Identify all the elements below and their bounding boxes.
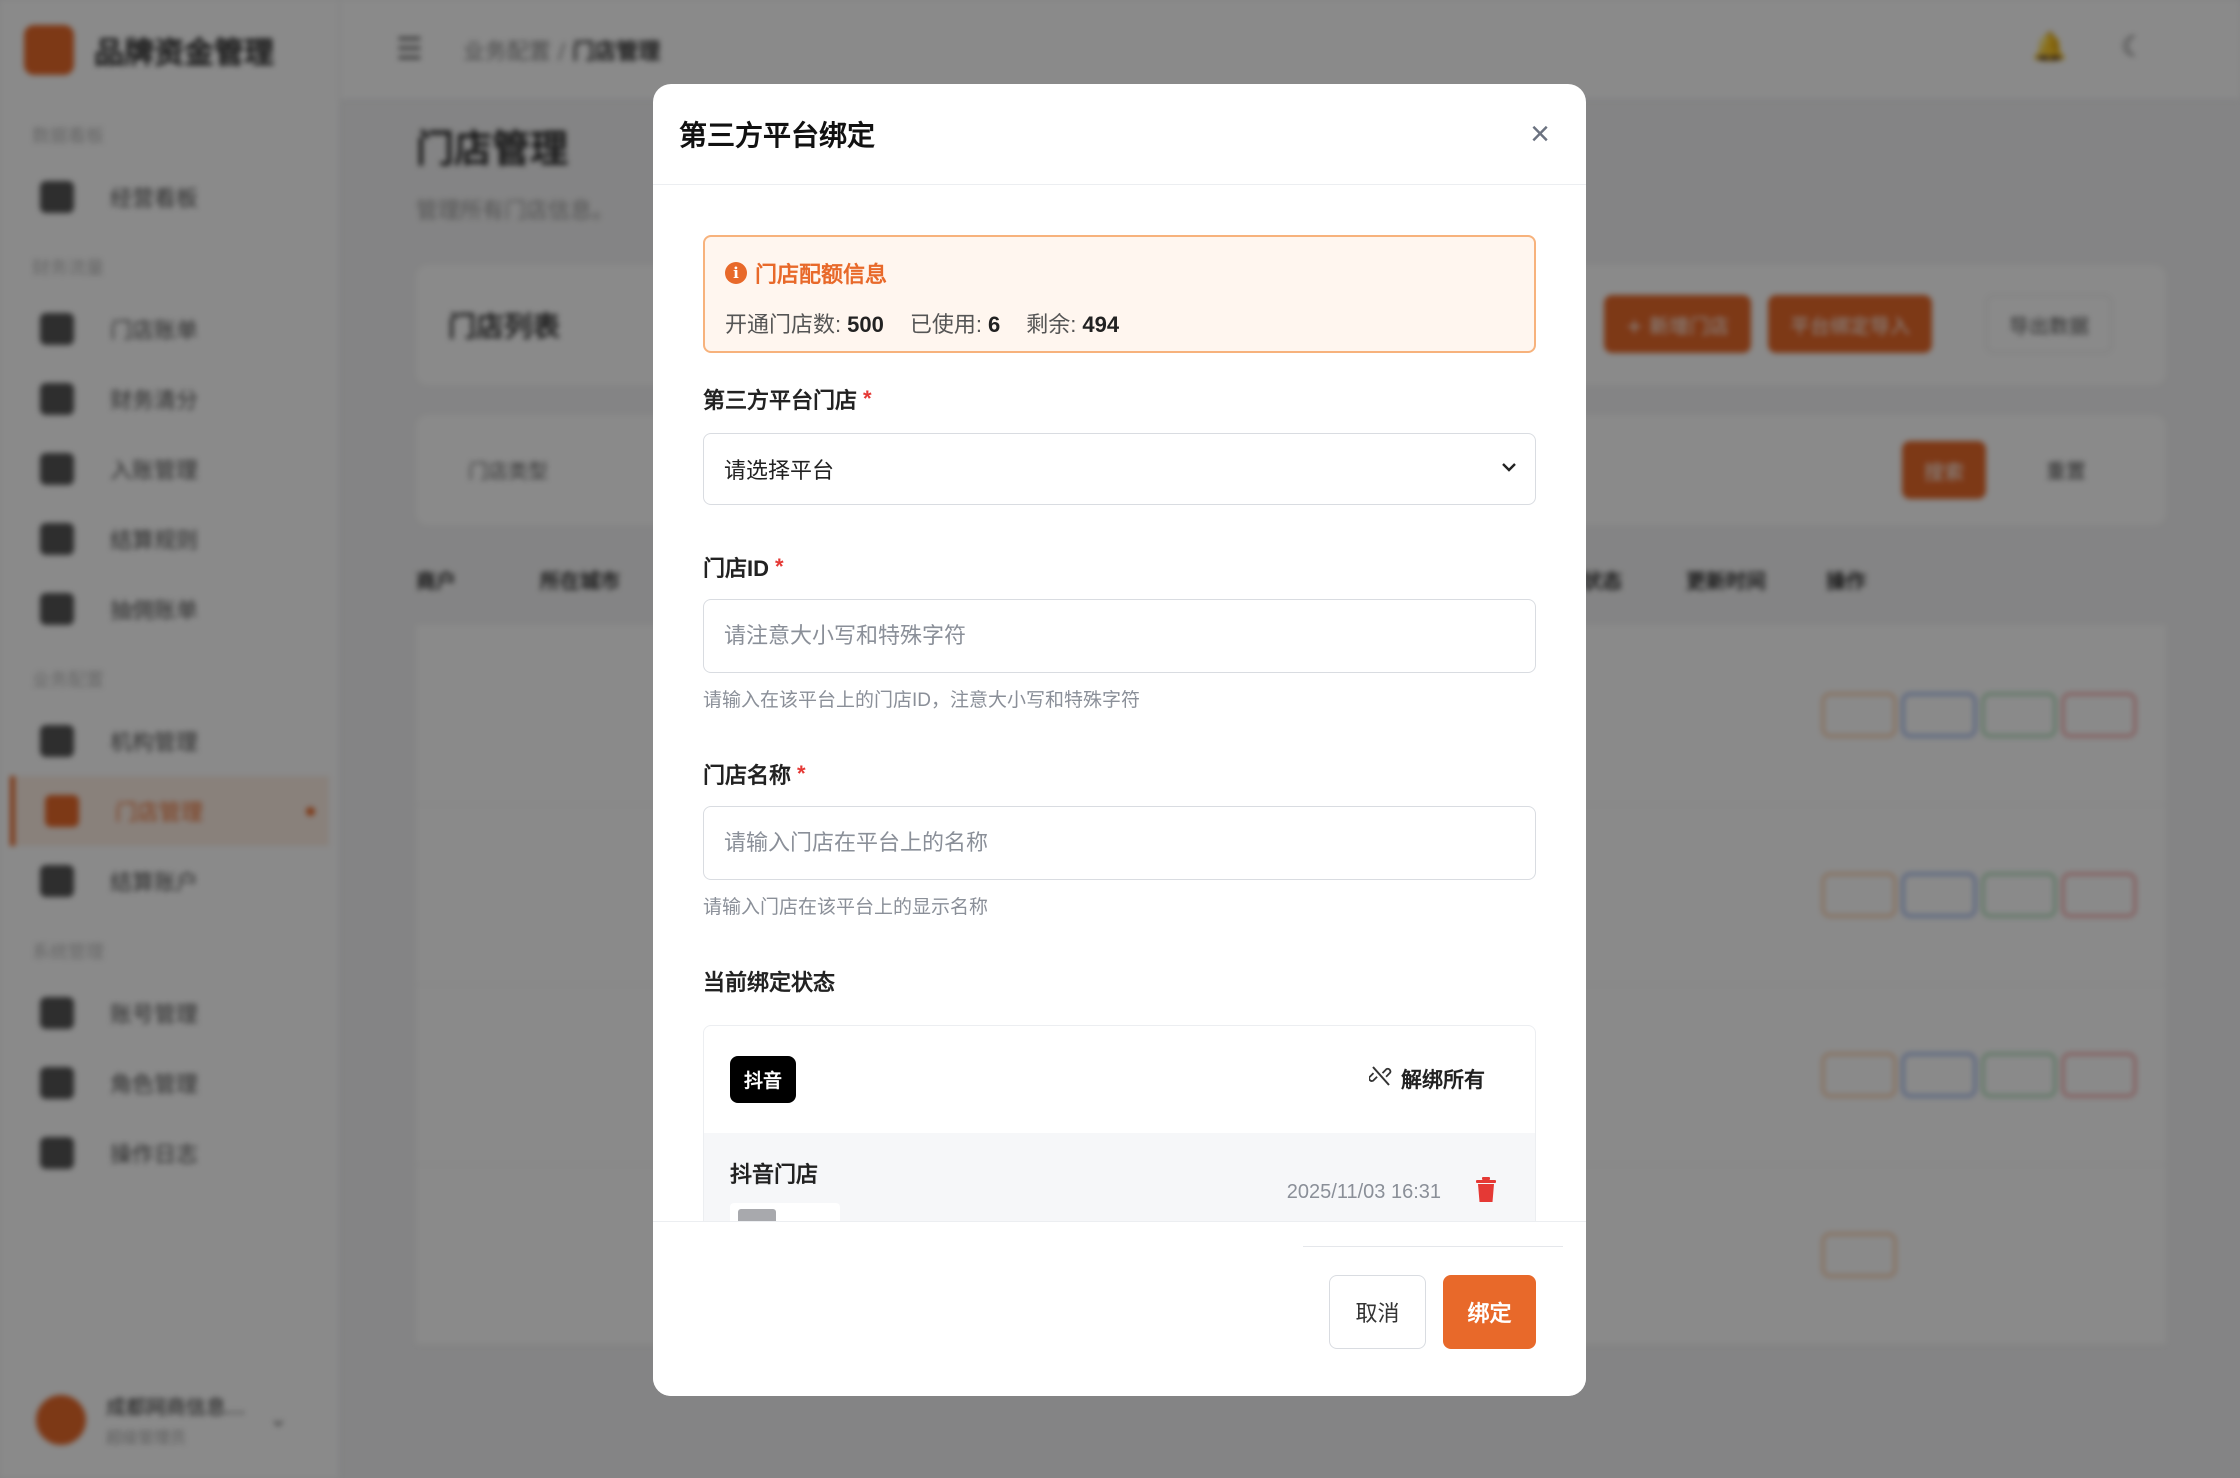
dialog-title: 第三方平台绑定	[679, 120, 876, 151]
store-name-field: 门店名称* 请输入门店在该平台上的显示名称	[703, 758, 1536, 919]
cancel-button[interactable]: 取消	[1329, 1275, 1426, 1349]
dialog-header: 第三方平台绑定 ×	[653, 84, 1586, 185]
store-id-label: 门店ID *	[703, 554, 784, 581]
store-name-label: 门店名称 *	[703, 761, 806, 788]
quota-remaining-label: 剩余:	[1026, 312, 1077, 337]
platform-badge: 抖音	[730, 1056, 797, 1103]
platform-field-label: 第三方平台门店 *	[703, 386, 872, 413]
quota-used-value: 6	[987, 312, 1001, 337]
required-mark: *	[863, 386, 872, 411]
store-id-field: 门店ID* 请输入在该平台上的门店ID，注意大小写和特殊字符	[703, 551, 1536, 712]
footer-divider	[1303, 1246, 1563, 1247]
chevron-down-icon	[1501, 456, 1517, 479]
unlink-icon	[1368, 1065, 1393, 1093]
dialog-body: i 门店配额信息 开通门店数: 500 已使用: 6 剩余: 494 第三方平台…	[703, 235, 1536, 1265]
quota-stats: 开通门店数: 500 已使用: 6 剩余: 494	[725, 307, 1514, 339]
required-mark: *	[797, 761, 806, 786]
quota-title: i 门店配额信息	[725, 257, 1514, 289]
close-icon[interactable]: ×	[1520, 114, 1560, 154]
platform-field: 第三方平台门店 * 请选择平台	[703, 383, 1536, 505]
bind-button[interactable]: 绑定	[1443, 1275, 1536, 1349]
store-name-help: 请输入门店在该平台上的显示名称	[703, 897, 989, 918]
quota-used-label: 已使用:	[909, 312, 982, 337]
binding-time: 2025/11/03 16:31	[1286, 1181, 1441, 1203]
binding-status-label: 当前绑定状态	[703, 970, 836, 995]
quota-total-label: 开通门店数:	[725, 312, 842, 337]
platform-select[interactable]: 请选择平台	[703, 433, 1536, 505]
store-id-input[interactable]	[703, 599, 1536, 673]
trash-icon[interactable]	[1475, 1177, 1497, 1203]
store-id-help: 请输入在该平台上的门店ID，注意大小写和特殊字符	[703, 690, 1141, 711]
dialog-footer: 取消 绑定	[653, 1221, 1586, 1396]
unbind-all-button[interactable]: 解绑所有	[1368, 1064, 1485, 1094]
store-name-input[interactable]	[703, 806, 1536, 880]
binding-status-section: 当前绑定状态 抖音 解绑所有 抖音门店 2025/11/03 16:31	[703, 965, 1536, 1265]
quota-total-value: 500	[847, 312, 884, 337]
platform-binding-dialog: 第三方平台绑定 × i 门店配额信息 开通门店数: 500 已使用: 6 剩余:…	[653, 84, 1586, 1396]
info-icon: i	[725, 262, 747, 284]
quota-alert: i 门店配额信息 开通门店数: 500 已使用: 6 剩余: 494	[703, 235, 1536, 353]
quota-remaining-value: 494	[1082, 312, 1120, 337]
required-mark: *	[775, 554, 784, 579]
platform-select-value: 请选择平台	[724, 458, 835, 483]
binding-card-header: 抖音 解绑所有	[704, 1026, 1535, 1133]
